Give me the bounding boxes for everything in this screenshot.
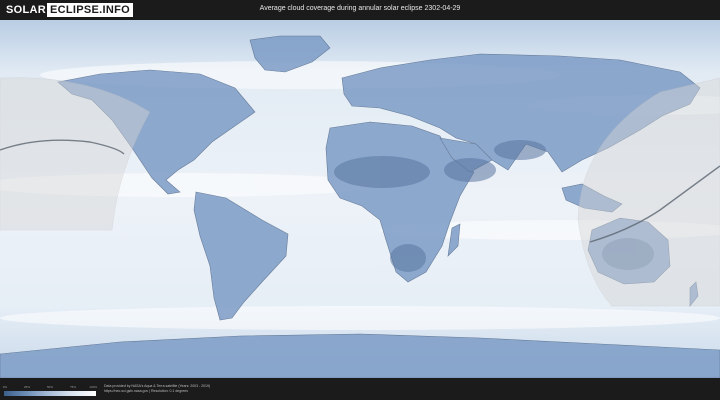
cloud-coverage-scale: 0% 25% 50% 75% 100% xyxy=(2,385,98,398)
scale-gradient-bar xyxy=(4,391,96,396)
scale-tick-75: 75% xyxy=(69,385,77,389)
credits-line-2: https://neo.sci.gsfc.nasa.gov | Resoluti… xyxy=(104,389,188,393)
scale-tick-0: 0% xyxy=(2,385,8,389)
scale-tick-25: 25% xyxy=(23,385,31,389)
page-title: Average cloud coverage during annular so… xyxy=(259,5,461,12)
scale-tick-50: 50% xyxy=(46,385,54,389)
data-credits: Data provided by NASA's Aqua & Terra sat… xyxy=(104,384,210,394)
scale-tick-100: 100% xyxy=(89,385,98,389)
cloud-coverage-map[interactable] xyxy=(0,20,720,378)
